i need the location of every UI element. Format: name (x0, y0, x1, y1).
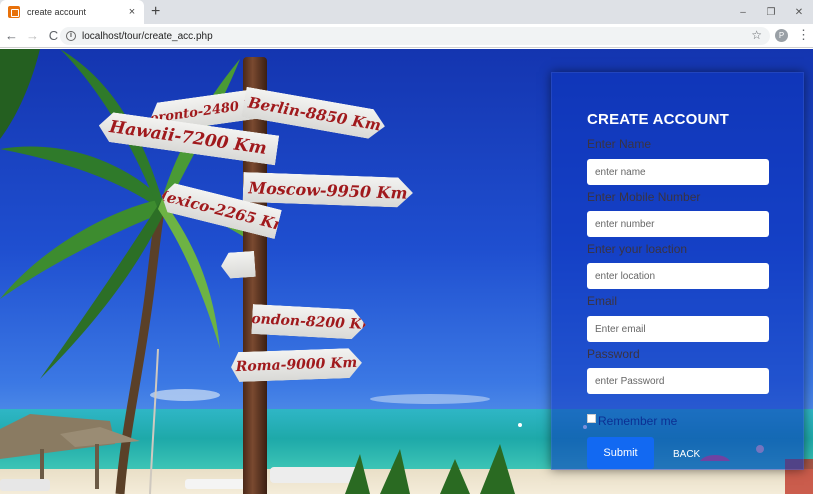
mobile-label: Enter Mobile Number (587, 190, 701, 204)
close-tab-icon[interactable]: × (126, 6, 138, 18)
url-text[interactable]: localhost/tour/create_acc.php (82, 31, 213, 42)
page-favicon-icon (8, 6, 20, 18)
create-account-form: CREATE ACCOUNT Enter Name Enter Mobile N… (551, 72, 804, 470)
name-input[interactable] (587, 159, 769, 185)
form-title: CREATE ACCOUNT (587, 111, 729, 128)
site-info-icon[interactable]: i (66, 31, 76, 41)
tab-strip: create account × + – ❐ ✕ (0, 0, 813, 24)
location-input[interactable] (587, 263, 769, 289)
maximize-button[interactable]: ❐ (757, 0, 785, 24)
location-label: Enter your loaction (587, 242, 688, 256)
remember-me-label[interactable]: Remember me (598, 414, 677, 428)
email-label: Email (587, 294, 618, 308)
browser-menu-icon[interactable]: ⋮ (797, 28, 810, 42)
profile-avatar-icon[interactable]: P (775, 29, 788, 42)
remember-me-row: Remember me (587, 408, 677, 428)
browser-toolbar: ← → C i localhost/tour/create_acc.php ☆ … (0, 24, 813, 48)
sign-roma: Roma-9000 Km (231, 348, 363, 383)
password-label: Password (587, 347, 640, 361)
remember-me-checkbox[interactable] (587, 413, 596, 423)
new-tab-button[interactable]: + (151, 1, 160, 23)
name-label: Enter Name (587, 137, 652, 151)
browser-tab[interactable]: create account × (0, 0, 144, 24)
close-window-button[interactable]: ✕ (785, 0, 813, 24)
sign-london: London-8200 Km (251, 304, 366, 340)
password-input[interactable] (587, 368, 769, 394)
bookmark-star-icon[interactable]: ☆ (751, 28, 762, 42)
address-bar[interactable]: i localhost/tour/create_acc.php ☆ (60, 27, 770, 45)
minimize-button[interactable]: – (729, 0, 757, 24)
forward-arrow-icon[interactable]: → (23, 28, 42, 43)
back-arrow-icon[interactable]: ← (2, 28, 21, 43)
email-input[interactable] (587, 316, 769, 342)
back-link[interactable]: BACK (673, 449, 700, 460)
submit-button[interactable]: Submit (587, 437, 654, 469)
sign-moscow: Moscow-9950 Km (243, 172, 414, 208)
window-controls: – ❐ ✕ (729, 0, 813, 24)
mobile-input[interactable] (587, 211, 769, 237)
page-viewport: Toronto-2480 Km Berlin-8850 Km Hawaii-72… (0, 49, 813, 494)
tab-title: create account (27, 7, 87, 17)
